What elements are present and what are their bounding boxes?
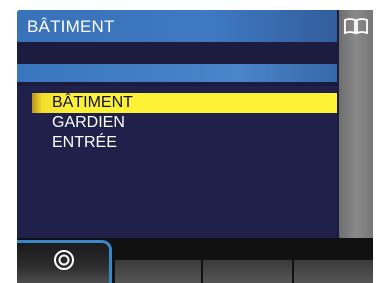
- softkey-4[interactable]: [294, 260, 373, 283]
- screen-title: BÂTIMENT: [27, 17, 115, 36]
- softkey-1[interactable]: [17, 238, 114, 283]
- title-bar: BÂTIMENT: [17, 10, 337, 42]
- softkey-2[interactable]: [115, 260, 201, 283]
- book-icon: [344, 18, 368, 35]
- menu-item-label: BÂTIMENT: [52, 94, 133, 111]
- menu-item-gardien[interactable]: GARDIEN: [32, 113, 337, 133]
- menu-item-batiment[interactable]: BÂTIMENT: [32, 93, 337, 113]
- menu-item-label: ENTRÉE: [52, 134, 117, 151]
- subtitle-bar: [17, 42, 337, 64]
- softkey-bar: [17, 238, 373, 283]
- scrollbar[interactable]: [339, 10, 373, 238]
- softkey-3[interactable]: [203, 260, 292, 283]
- menu-item-entree[interactable]: ENTRÉE: [32, 133, 337, 153]
- menu-list: BÂTIMENT GARDIEN ENTRÉE: [17, 86, 337, 246]
- menu-item-label: GARDIEN: [52, 114, 125, 131]
- target-icon: [54, 250, 74, 270]
- header-band: [17, 64, 337, 82]
- device-screen: BÂTIMENT BÂTIMENT GARDIEN ENTRÉE: [17, 10, 373, 283]
